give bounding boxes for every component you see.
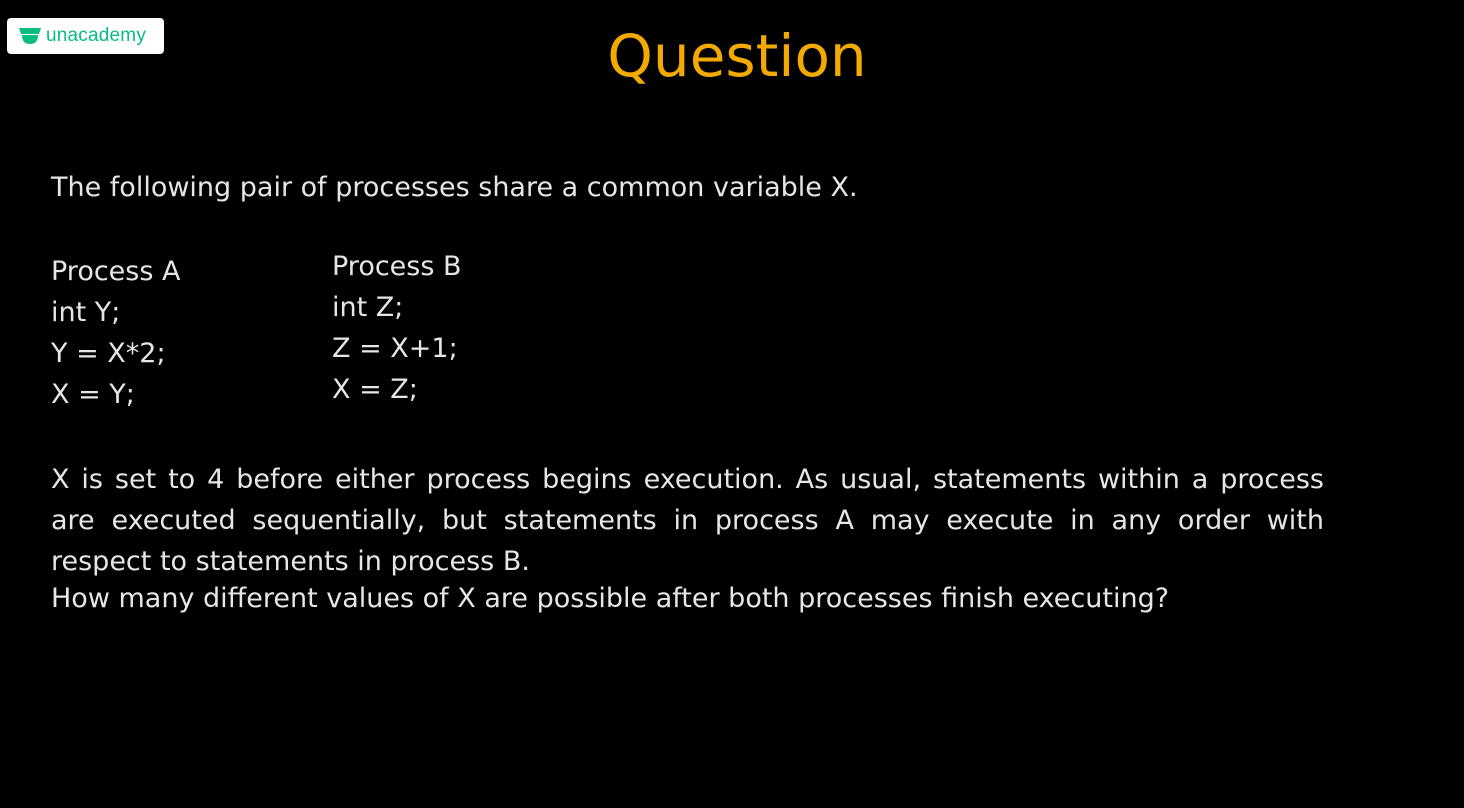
description-paragraph: X is set to 4 before either process begi… [51,464,1324,577]
slide-title: Question [607,22,867,90]
process-b-line: X = Z; [332,374,418,405]
process-b-block: Process B int Z; Z = X+1; X = Z; [332,246,462,410]
process-a-heading: Process A [51,256,181,287]
process-a-line: Y = X*2; [51,338,166,369]
process-a-line: X = Y; [51,379,135,410]
intro-text: The following pair of processes share a … [51,172,858,203]
process-a-line: int Y; [51,297,121,328]
process-a-block: Process A int Y; Y = X*2; X = Y; [51,251,180,415]
process-b-heading: Process B [332,251,462,282]
question-text: How many different values of X are possi… [51,583,1170,614]
process-b-line: Z = X+1; [332,333,458,364]
process-b-line: int Z; [332,292,404,323]
